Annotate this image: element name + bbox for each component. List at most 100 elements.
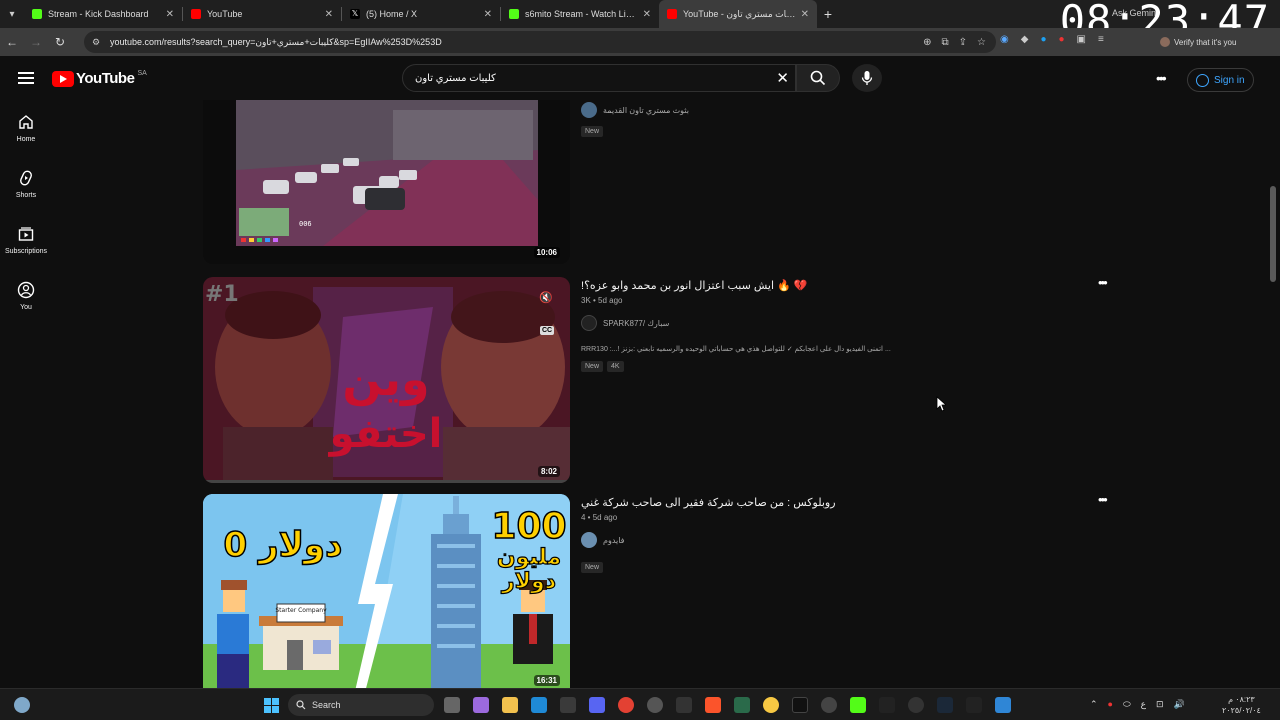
sidebar-item-subscriptions[interactable]: Subscriptions: [0, 212, 52, 268]
thumbnail-title-1: 0 دولار: [224, 525, 343, 565]
kick-icon[interactable]: [850, 697, 866, 713]
sidebar-item-home[interactable]: Home: [0, 100, 52, 156]
tab-title: YouTube: [207, 9, 243, 19]
extension-icon[interactable]: ●: [1058, 34, 1064, 45]
tiktok-icon[interactable]: [792, 697, 808, 713]
task-view-icon[interactable]: [444, 697, 460, 713]
settings-more-icon[interactable]: •••: [1156, 70, 1167, 86]
video-info: !ايش سبب اعتزال انور بن محمد وابو عزه؟ 🔥…: [581, 279, 1111, 372]
openai-icon[interactable]: [647, 697, 663, 713]
system-tray: ⌃ ● ⬭ ع ⊡ 🔊: [1090, 699, 1185, 710]
volume-icon[interactable]: 🔊: [1174, 699, 1185, 710]
edge-icon[interactable]: [531, 697, 547, 713]
search-input[interactable]: كليبات مستري تاون ✕: [402, 64, 796, 92]
bookmark-star-icon[interactable]: ☆: [977, 37, 986, 48]
mute-icon[interactable]: 🔇: [539, 291, 553, 304]
channel-link[interactable]: فايدوم: [581, 532, 1111, 548]
voice-search-button[interactable]: [852, 64, 882, 92]
capcut-icon[interactable]: [879, 697, 895, 713]
close-icon[interactable]: ✕: [801, 9, 809, 20]
windows-start-icon[interactable]: [264, 698, 279, 713]
share-icon[interactable]: ⇪: [959, 37, 967, 48]
sidebar-item-label: Shorts: [15, 192, 37, 199]
taskbar-search[interactable]: Search: [288, 694, 434, 716]
close-icon[interactable]: ✕: [166, 9, 174, 20]
thumbnail-title-2: 100: [491, 506, 566, 547]
back-icon[interactable]: ←: [0, 35, 24, 49]
more-actions-icon[interactable]: •••: [1098, 275, 1108, 290]
youtube-logo[interactable]: YouTube SA: [52, 70, 147, 87]
media-icon[interactable]: ≡: [1098, 34, 1104, 45]
brave-icon[interactable]: [705, 697, 721, 713]
video-thumbnail[interactable]: وين اختفو #1 🔇 CC 8:02: [203, 277, 570, 483]
verify-label: Verify that it's you: [1174, 37, 1237, 47]
browser-tab[interactable]: s6mito Stream - Watch Live on ✕: [501, 0, 659, 28]
extension-icon[interactable]: ●: [1040, 34, 1046, 45]
shorts-icon: [20, 170, 32, 186]
store-icon[interactable]: [560, 697, 576, 713]
video-info: بثوث مستري تاون القديمة New: [581, 102, 1111, 137]
extensions-puzzle-icon[interactable]: ▣: [1077, 34, 1086, 45]
browser-tab[interactable]: Stream - Kick Dashboard ✕: [24, 0, 182, 28]
app-icon[interactable]: [908, 697, 924, 713]
app-icon[interactable]: [966, 697, 982, 713]
video-thumbnail[interactable]: 006 10:06: [203, 100, 570, 264]
app-icon[interactable]: [734, 697, 750, 713]
extension-icon[interactable]: ◉: [1000, 34, 1009, 45]
channel-link[interactable]: بثوث مستري تاون القديمة: [581, 102, 1111, 118]
chevron-up-icon[interactable]: ⌃: [1090, 699, 1098, 710]
home-icon: [19, 115, 33, 129]
chrome-icon[interactable]: [618, 697, 634, 713]
search-button[interactable]: [796, 64, 840, 92]
address-bar[interactable]: ⚙ youtube.com/results?search_query=كليبا…: [84, 31, 996, 53]
app-icon[interactable]: [821, 697, 837, 713]
file-explorer-icon[interactable]: [502, 697, 518, 713]
tray-app-icon[interactable]: ●: [1108, 699, 1113, 710]
taskbar-clock[interactable]: ٠٨:٢٣ م ٢٠٢٥/٠٢/٠٤: [1222, 694, 1261, 716]
site-info-icon[interactable]: ⚙: [92, 37, 102, 47]
copilot-icon[interactable]: [473, 697, 489, 713]
badge-row: New: [581, 126, 1111, 137]
menu-icon[interactable]: [18, 72, 34, 87]
install-icon[interactable]: ⧉: [942, 37, 949, 48]
app-icon[interactable]: [763, 697, 779, 713]
close-icon[interactable]: ✕: [643, 9, 651, 20]
language-indicator[interactable]: ع: [1141, 699, 1146, 710]
close-icon[interactable]: ✕: [484, 9, 492, 20]
app-icon[interactable]: [995, 697, 1011, 713]
steam-icon[interactable]: [937, 697, 953, 713]
sign-in-button[interactable]: Sign in: [1187, 68, 1254, 92]
browser-tab[interactable]: 𝕏 (5) Home / X ✕: [342, 0, 500, 28]
video-result: 006 10:06 بثوث مستري تاون القديمة New: [203, 100, 1123, 266]
tab-title: s6mito Stream - Watch Live on: [525, 9, 639, 19]
app-icon[interactable]: [676, 697, 692, 713]
discord-icon[interactable]: [589, 697, 605, 713]
browser-tab-active[interactable]: YouTube - كليبات مستري تاون ✕: [659, 0, 817, 28]
sidebar-item-shorts[interactable]: Shorts: [0, 156, 52, 212]
network-icon[interactable]: ⊡: [1156, 699, 1164, 710]
video-title[interactable]: !ايش سبب اعتزال انور بن محمد وابو عزه؟ 🔥…: [581, 279, 1111, 292]
reload-icon[interactable]: ↻: [48, 35, 72, 49]
sidebar-item-you[interactable]: You: [0, 268, 52, 324]
forward-icon[interactable]: →: [24, 35, 48, 49]
channel-link[interactable]: SPARK877/ سبارك: [581, 315, 1111, 331]
thumbnail-corner-text: #1: [205, 282, 239, 307]
search-results: 006 10:06 بثوث مستري تاون القديمة New وي…: [203, 100, 1123, 688]
browser-tab[interactable]: YouTube ✕: [183, 0, 341, 28]
video-thumbnail[interactable]: Starter Company 0 دولار 100 مليون دولار …: [203, 494, 570, 688]
close-icon[interactable]: ✕: [325, 9, 333, 20]
4k-badge: 4K: [607, 361, 624, 372]
page-scrollbar[interactable]: [1270, 186, 1276, 282]
video-title[interactable]: روبلوكس : من صاحب شركة فقير الى صاحب شرك…: [581, 496, 1111, 509]
weather-widget-icon[interactable]: [14, 697, 30, 713]
more-actions-icon[interactable]: •••: [1098, 492, 1108, 507]
youtube-icon: [667, 9, 677, 19]
zoom-icon[interactable]: ⊕: [923, 37, 931, 48]
extension-icon[interactable]: ◆: [1021, 34, 1029, 45]
new-tab-button[interactable]: +: [817, 6, 839, 22]
clear-icon[interactable]: ✕: [776, 69, 789, 87]
video-description: RRR130 :...! اتمنى الفيديو دال على اعجاب…: [581, 346, 891, 353]
tray-app-icon[interactable]: ⬭: [1123, 699, 1131, 710]
tab-search-button[interactable]: ▾: [0, 0, 24, 28]
profile-button[interactable]: Verify that it's you: [1160, 37, 1236, 47]
